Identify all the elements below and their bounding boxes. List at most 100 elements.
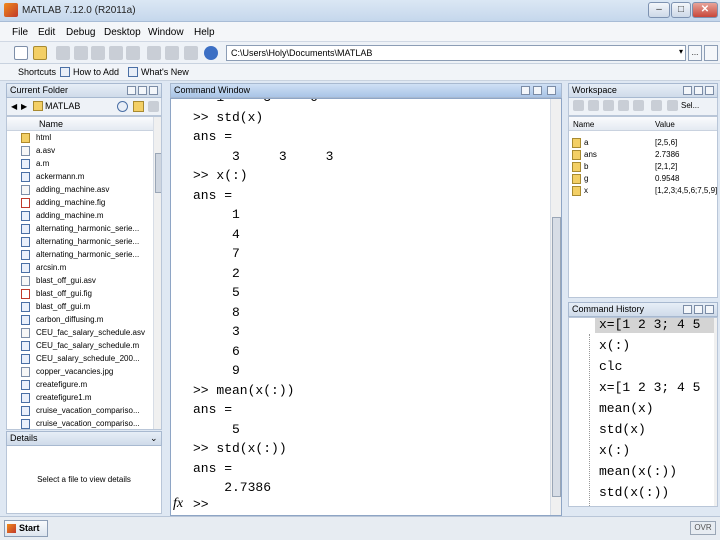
file-list-item[interactable]: createfigure.m: [7, 379, 153, 392]
file-list-item[interactable]: alternating_harmonic_serie...: [7, 236, 153, 249]
forward-arrow-icon[interactable]: ▶: [21, 102, 27, 111]
plot-icon[interactable]: [667, 100, 678, 111]
workspace-variable-row[interactable]: b [2,1,2]: [569, 161, 717, 173]
column-value-label[interactable]: Value: [655, 120, 675, 129]
file-list-item[interactable]: ackermann.m: [7, 171, 153, 184]
copy-icon[interactable]: [74, 46, 88, 60]
import-data-icon[interactable]: [603, 100, 614, 111]
file-list-item[interactable]: cruise_vacation_compariso...: [7, 418, 153, 429]
file-list-item[interactable]: adding_machine.asv: [7, 184, 153, 197]
up-folder-icon[interactable]: [133, 101, 144, 112]
current-folder-path-input[interactable]: C:\Users\Holy\Documents\MATLAB: [226, 45, 686, 61]
undo-icon[interactable]: [109, 46, 123, 60]
history-item[interactable]: mean(x(:)): [599, 464, 677, 480]
workspace-variable-row[interactable]: a [2,5,6]: [569, 137, 717, 149]
history-item[interactable]: x(:): [599, 338, 630, 354]
file-list-item[interactable]: alternating_harmonic_serie...: [7, 223, 153, 236]
scrollbar-thumb[interactable]: [155, 153, 161, 193]
shortcuts-label[interactable]: Shortcuts: [18, 67, 56, 77]
file-list-item[interactable]: cruise_vacation_compariso...: [7, 405, 153, 418]
close-button[interactable]: ✕: [692, 2, 718, 18]
undock-panel-icon[interactable]: [694, 305, 703, 314]
minimize-panel-icon[interactable]: [127, 86, 136, 95]
file-list-item[interactable]: alternating_harmonic_serie...: [7, 249, 153, 262]
history-item[interactable]: x(:): [599, 443, 630, 459]
history-item[interactable]: mean(x): [599, 401, 654, 417]
menu-desktop[interactable]: Desktop: [104, 27, 141, 38]
column-name-label[interactable]: Name: [573, 120, 594, 129]
help-icon[interactable]: [204, 46, 218, 60]
chevron-down-icon[interactable]: ▾: [676, 45, 686, 61]
file-list-item[interactable]: arcsin.m: [7, 262, 153, 275]
file-list-scrollbar[interactable]: [153, 117, 161, 429]
simulink-icon[interactable]: [147, 46, 161, 60]
file-list-item[interactable]: carbon_diffusing.m: [7, 314, 153, 327]
undock-panel-icon[interactable]: [533, 86, 542, 95]
workspace-variable-row[interactable]: g 0.9548: [569, 173, 717, 185]
file-list-item[interactable]: CEU_salary_schedule_200...: [7, 353, 153, 366]
file-list-item[interactable]: blast_off_gui.fig: [7, 288, 153, 301]
minimize-panel-icon[interactable]: [683, 305, 692, 314]
file-list-item[interactable]: copper_vacancies.jpg: [7, 366, 153, 379]
minimize-button[interactable]: –: [648, 2, 670, 18]
up-folder-icon[interactable]: [704, 45, 718, 61]
menu-window[interactable]: Window: [148, 27, 184, 38]
file-list-item[interactable]: html: [7, 132, 153, 145]
command-prompt[interactable]: >>: [193, 497, 209, 512]
file-list-item[interactable]: a.asv: [7, 145, 153, 158]
delete-variable-icon[interactable]: [651, 100, 662, 111]
fx-function-browser-icon[interactable]: fx: [173, 496, 183, 512]
new-file-icon[interactable]: [14, 46, 28, 60]
maximize-button[interactable]: □: [671, 2, 691, 18]
how-to-add-link[interactable]: How to Add: [73, 67, 119, 77]
workspace-variable-row[interactable]: x [1,2,3;4,5,6;7,5,9]: [569, 185, 717, 197]
menu-help[interactable]: Help: [194, 27, 215, 38]
workspace-variable-row[interactable]: ans 2.7386: [569, 149, 717, 161]
undock-panel-icon[interactable]: [138, 86, 147, 95]
scrollbar-thumb[interactable]: [552, 217, 561, 497]
file-list-item[interactable]: CEU_fac_salary_schedule.m: [7, 340, 153, 353]
menu-edit[interactable]: Edit: [38, 27, 55, 38]
file-list-item[interactable]: a.m: [7, 158, 153, 171]
history-item[interactable]: clc: [599, 359, 622, 375]
file-list-item[interactable]: blast_off_gui.m: [7, 301, 153, 314]
gear-icon[interactable]: [148, 101, 159, 112]
file-list-item[interactable]: CEU_fac_salary_schedule.asv: [7, 327, 153, 340]
command-window-scrollbar[interactable]: [550, 99, 561, 515]
file-list-item[interactable]: adding_machine.fig: [7, 197, 153, 210]
history-item[interactable]: std(x(:)): [599, 485, 669, 501]
chevron-down-icon[interactable]: ⌄: [150, 432, 158, 445]
close-panel-icon[interactable]: [149, 86, 158, 95]
whats-new-link[interactable]: What's New: [141, 67, 189, 77]
save-workspace-icon[interactable]: [618, 100, 629, 111]
history-item[interactable]: x=[1 2 3; 4 5: [599, 318, 700, 333]
current-folder-location[interactable]: MATLAB: [45, 101, 80, 111]
file-list-item[interactable]: blast_off_gui.asv: [7, 275, 153, 288]
close-panel-icon[interactable]: [705, 305, 714, 314]
paste-icon[interactable]: [91, 46, 105, 60]
minimize-panel-icon[interactable]: [521, 86, 530, 95]
close-panel-icon[interactable]: [705, 86, 714, 95]
history-scrollbar[interactable]: [714, 318, 717, 506]
file-list-column-header[interactable]: Name: [7, 117, 153, 131]
search-icon[interactable]: [117, 101, 128, 112]
history-item[interactable]: x=[1 2 3; 4 5: [599, 380, 700, 396]
undock-panel-icon[interactable]: [694, 86, 703, 95]
details-header[interactable]: Details ⌄: [6, 431, 162, 446]
file-list-item[interactable]: adding_machine.m: [7, 210, 153, 223]
plot-selection-dropdown[interactable]: Sel...: [681, 101, 699, 110]
redo-icon[interactable]: [126, 46, 140, 60]
back-arrow-icon[interactable]: ◀: [11, 102, 17, 111]
guide-icon[interactable]: [165, 46, 179, 60]
history-item[interactable]: std(x): [599, 422, 646, 438]
menu-debug[interactable]: Debug: [66, 27, 95, 38]
menu-file[interactable]: File: [12, 27, 28, 38]
file-list-item[interactable]: createfigure1.m: [7, 392, 153, 405]
new-variable-icon[interactable]: [573, 100, 584, 111]
print-icon[interactable]: [633, 100, 644, 111]
minimize-panel-icon[interactable]: [683, 86, 692, 95]
open-variable-icon[interactable]: [588, 100, 599, 111]
profiler-icon[interactable]: [184, 46, 198, 60]
browse-folder-button[interactable]: ...: [688, 45, 702, 61]
open-folder-icon[interactable]: [33, 46, 47, 60]
